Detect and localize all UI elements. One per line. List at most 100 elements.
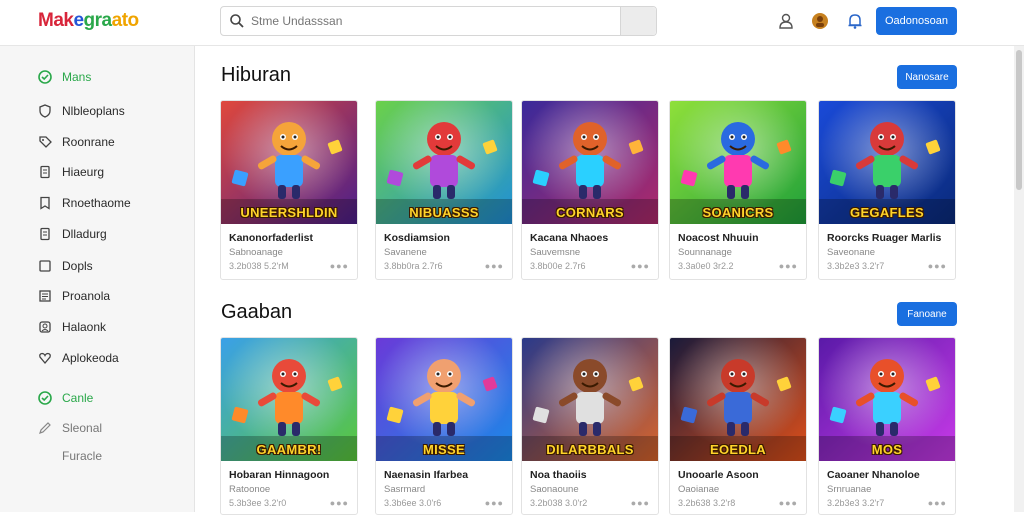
game-card[interactable]: DILARBBALS Noa thaoiis Saonaoune 3.2b038…	[521, 337, 659, 515]
sidebar-item-label: Hiaeurg	[62, 165, 105, 179]
avatar-icon[interactable]	[811, 12, 829, 30]
sidebar-item-label: Dopls	[62, 259, 93, 273]
game-thumbnail[interactable]: MISSE	[376, 338, 512, 461]
game-subtitle: Srnruanae	[827, 484, 872, 495]
more-options-icon[interactable]: ●●●	[779, 261, 798, 271]
game-stats: 3.2b638 3.2'r8	[678, 498, 736, 508]
game-stats: 3.2b3e3 3.2'r7	[827, 498, 885, 508]
game-title[interactable]: Hobaran Hinnagoon	[229, 469, 357, 481]
game-thumbnail[interactable]: EOEDLA	[670, 338, 806, 461]
game-card[interactable]: GAAMBR! Hobaran Hinnagoon Ratoonoe 5.3b3…	[220, 337, 358, 515]
search-input[interactable]	[251, 11, 631, 31]
game-stats: 3.3b6ee 3.0'r6	[384, 498, 442, 508]
game-card[interactable]: SOANICRS Noacost Nhuuin Sounnanage 3.3a0…	[669, 100, 807, 280]
game-stats: 3.8bb0ra 2.7r6	[384, 261, 443, 271]
sidebar-item-5[interactable]: Dlladurg	[38, 224, 107, 244]
bookmark-icon	[38, 196, 52, 210]
game-subtitle: Ratoonoe	[229, 484, 271, 495]
game-title[interactable]: Naenasin Ifarbea	[384, 469, 512, 481]
thumbnail-caption: GAAMBR!	[256, 442, 322, 457]
more-options-icon[interactable]: ●●●	[330, 498, 349, 508]
game-subtitle: Sounnanage	[678, 247, 732, 258]
thumbnail-caption: EOEDLA	[710, 442, 766, 457]
game-title[interactable]: Noa thaoiis	[530, 469, 658, 481]
game-thumbnail[interactable]: SOANICRS	[670, 101, 806, 224]
sidebar-item-1[interactable]: Nlbleoplans	[38, 101, 125, 121]
game-thumbnail[interactable]: CORNARS	[522, 101, 658, 224]
more-options-icon[interactable]: ●●●	[631, 261, 650, 271]
see-more-button[interactable]: Fanoane	[897, 302, 957, 326]
game-stats: 3.2b038 3.0'r2	[530, 498, 588, 508]
game-card[interactable]: CORNARS Kacana Nhaoes Sauvemsne 3.8b00e …	[521, 100, 659, 280]
sidebar-item-4[interactable]: Rnoethaome	[38, 193, 131, 213]
check-circle-icon	[38, 70, 52, 84]
sidebar-item-8[interactable]: Halaonk	[38, 317, 106, 337]
pencil-icon	[38, 421, 52, 435]
more-options-icon[interactable]: ●●●	[779, 498, 798, 508]
sidebar-item-11[interactable]: Sleonal	[38, 418, 102, 438]
game-title[interactable]: Kanonorfaderlist	[229, 232, 357, 244]
game-title[interactable]: Noacost Nhuuin	[678, 232, 806, 244]
game-title[interactable]: Roorcks Ruager Marlis	[827, 232, 955, 244]
more-options-icon[interactable]: ●●●	[928, 261, 947, 271]
sidebar-item-2[interactable]: Roonrane	[38, 132, 115, 152]
signin-button[interactable]: Oadonosoan	[876, 7, 957, 35]
sidebar-item-12[interactable]: Furacle	[38, 446, 102, 466]
game-thumbnail[interactable]: GAAMBR!	[221, 338, 357, 461]
game-thumbnail[interactable]: DILARBBALS	[522, 338, 658, 461]
document-icon	[38, 227, 52, 241]
sidebar-item-3[interactable]: Hiaeurg	[38, 162, 104, 182]
game-thumbnail[interactable]: NIBUASSS	[376, 101, 512, 224]
thumbnail-caption: MISSE	[423, 442, 465, 457]
game-card[interactable]: EOEDLA Unooarle Asoon Oaoianae 3.2b638 3…	[669, 337, 807, 515]
sidebar-item-0[interactable]: Mans	[38, 67, 91, 87]
sidebar-item-label: Canle	[62, 391, 94, 405]
app-logo[interactable]: Makegraato	[38, 10, 139, 32]
sidebar-item-label: Dlladurg	[62, 227, 107, 241]
sidebar-item-label: Roonrane	[62, 135, 115, 149]
search-icon	[230, 14, 244, 28]
game-thumbnail[interactable]: GEGAFLES	[819, 101, 955, 224]
thumbnail-caption: UNEERSHLDIN	[240, 205, 338, 220]
game-card[interactable]: NIBUASSS Kosdiamsion Savanene 3.8bb0ra 2…	[375, 100, 513, 280]
game-meta: 3.2b038 5.2'rM ●●●	[229, 261, 357, 271]
game-thumbnail[interactable]: MOS	[819, 338, 955, 461]
game-stats: 3.3a0e0 3r2.2	[678, 261, 734, 271]
sidebar-item-label: Mans	[62, 70, 92, 84]
sidebar-item-7[interactable]: Proanola	[38, 286, 110, 306]
see-more-button[interactable]: Nanosare	[897, 65, 957, 89]
game-title[interactable]: Kacana Nhaoes	[530, 232, 658, 244]
more-options-icon[interactable]: ●●●	[631, 498, 650, 508]
scrollbar-thumb[interactable]	[1016, 50, 1022, 190]
square-icon	[38, 259, 52, 273]
game-meta: 5.3b3ee 3.2'r0 ●●●	[229, 498, 357, 508]
more-options-icon[interactable]: ●●●	[485, 498, 504, 508]
sidebar-item-10[interactable]: Canle	[38, 388, 93, 408]
game-card[interactable]: MOS Caoaner Nhanoloe Srnruanae 3.2b3e3 3…	[818, 337, 956, 515]
more-options-icon[interactable]: ●●●	[330, 261, 349, 271]
game-thumbnail[interactable]: UNEERSHLDIN	[221, 101, 357, 224]
sidebar-item-6[interactable]: Dopls	[38, 256, 93, 276]
game-title[interactable]: Caoaner Nhanoloe	[827, 469, 955, 481]
section-title: Gaaban	[221, 301, 293, 323]
game-meta: 3.8bb0ra 2.7r6 ●●●	[384, 261, 512, 271]
more-options-icon[interactable]: ●●●	[485, 261, 504, 271]
game-card[interactable]: GEGAFLES Roorcks Ruager Marlis Saveonane…	[818, 100, 956, 280]
thumbnail-caption: CORNARS	[556, 205, 624, 220]
game-title[interactable]: Kosdiamsion	[384, 232, 512, 244]
game-card[interactable]: UNEERSHLDIN Kanonorfaderlist Sabnoanage …	[220, 100, 358, 280]
more-options-icon[interactable]: ●●●	[928, 498, 947, 508]
sidebar-item-label: Aplokeoda	[62, 351, 119, 365]
list-icon	[38, 289, 52, 303]
game-meta: 3.2b038 3.0'r2 ●●●	[530, 498, 658, 508]
scrollbar[interactable]	[1014, 46, 1024, 512]
game-title[interactable]: Unooarle Asoon	[678, 469, 806, 481]
bell-icon[interactable]	[846, 12, 864, 30]
thumbnail-caption: GEGAFLES	[850, 205, 924, 220]
user-icon[interactable]	[777, 12, 795, 30]
game-card[interactable]: MISSE Naenasin Ifarbea Sasrmard 3.3b6ee …	[375, 337, 513, 515]
thumbnail-caption: MOS	[871, 442, 903, 457]
search-button[interactable]	[620, 7, 656, 35]
sidebar-item-9[interactable]: Aplokeoda	[38, 348, 119, 368]
game-meta: 3.8b00e 2.7r6 ●●●	[530, 261, 658, 271]
